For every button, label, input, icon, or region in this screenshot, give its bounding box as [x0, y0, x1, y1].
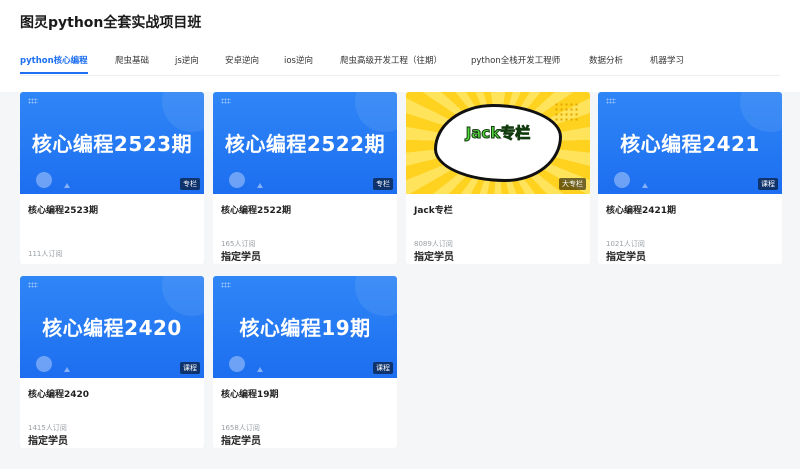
card-title[interactable]: 核心编程2421期	[606, 203, 676, 216]
course-banner: 核心编程2420 课程	[20, 276, 204, 378]
decoration-dots	[28, 282, 38, 288]
type-badge: 大专栏	[559, 178, 586, 190]
course-banner: 核心编程2523期 专栏	[20, 92, 204, 194]
decoration-blob	[162, 276, 204, 316]
banner-title: 核心编程19期	[239, 316, 371, 340]
decoration-blob	[355, 276, 397, 316]
decoration-dots	[221, 282, 231, 288]
banner-title: 核心编程2421	[620, 132, 760, 156]
decoration-circle	[229, 172, 245, 188]
decoration-triangle	[64, 183, 70, 188]
decoration-blob	[162, 92, 204, 132]
assigned-students-label: 指定学员	[221, 252, 261, 263]
banner-title: 核心编程2522期	[224, 132, 386, 156]
course-banner: 核心编程2421 课程	[598, 92, 782, 194]
comic-burst	[434, 104, 562, 182]
banner-title: Jack专栏	[465, 124, 531, 143]
tab-data-analysis[interactable]: 数据分析	[589, 54, 623, 66]
tab-android-reverse[interactable]: 安卓逆向	[225, 54, 259, 66]
course-banner: 核心编程19期 课程	[213, 276, 397, 378]
course-card[interactable]: 核心编程2420 课程 核心编程2420 1415人订阅 指定学员	[20, 276, 204, 448]
decoration-dots	[28, 98, 38, 104]
decoration-dots	[554, 102, 580, 122]
decoration-triangle	[257, 183, 263, 188]
decoration-circle	[614, 172, 630, 188]
course-card[interactable]: 核心编程2421 课程 核心编程2421期 1021人订阅 指定学员	[598, 92, 782, 264]
course-card[interactable]: 核心编程2522期 专栏 核心编程2522期 165人订阅 指定学员	[213, 92, 397, 264]
card-title[interactable]: 核心编程2523期	[28, 203, 98, 216]
type-badge: 课程	[373, 362, 393, 374]
tab-js-reverse[interactable]: js逆向	[175, 54, 199, 66]
header: 图灵python全套实战项目班 python核心编程 爬虫基础 js逆向 安卓逆…	[0, 0, 800, 92]
subscriber-count: 111人订阅	[28, 250, 63, 258]
course-banner: 核心编程2522期 专栏	[213, 92, 397, 194]
banner-title: 核心编程2523期	[31, 132, 193, 156]
tab-machine-learning[interactable]: 机器学习	[650, 54, 684, 66]
type-badge: 课程	[758, 178, 778, 190]
course-card[interactable]: Jack专栏 大专栏 Jack专栏 8089人订阅 指定学员	[406, 92, 590, 264]
card-title[interactable]: 核心编程19期	[221, 387, 279, 400]
decoration-circle	[36, 172, 52, 188]
page-title: 图灵python全套实战项目班	[20, 15, 202, 31]
decoration-triangle	[257, 367, 263, 372]
tab-python-core[interactable]: python核心编程	[20, 54, 88, 66]
course-card[interactable]: 核心编程19期 课程 核心编程19期 1658人订阅 指定学员	[213, 276, 397, 448]
assigned-students-label: 指定学员	[414, 252, 454, 263]
decoration-blob	[740, 92, 782, 132]
tab-crawler-advanced[interactable]: 爬虫高级开发工程（往期）	[340, 54, 442, 66]
banner-title: 核心编程2420	[42, 316, 182, 340]
course-card[interactable]: 核心编程2523期 专栏 核心编程2523期 111人订阅	[20, 92, 204, 264]
card-title[interactable]: Jack专栏	[414, 203, 453, 216]
decoration-triangle	[64, 367, 70, 372]
card-title[interactable]: 核心编程2420	[28, 387, 89, 400]
assigned-students-label: 指定学员	[28, 436, 68, 447]
assigned-students-label: 指定学员	[221, 436, 261, 447]
decoration-triangle	[642, 183, 648, 188]
type-badge: 专栏	[373, 178, 393, 190]
type-badge: 专栏	[180, 178, 200, 190]
decoration-dots	[606, 98, 616, 104]
tab-crawler-basics[interactable]: 爬虫基础	[115, 54, 149, 66]
decoration-blob	[355, 92, 397, 132]
assigned-students-label: 指定学员	[606, 252, 646, 263]
type-badge: 课程	[180, 362, 200, 374]
decoration-dots	[221, 98, 231, 104]
tab-bar: python核心编程 爬虫基础 js逆向 安卓逆向 ios逆向 爬虫高级开发工程…	[20, 48, 780, 76]
tab-ios-reverse[interactable]: ios逆向	[284, 54, 313, 66]
card-title[interactable]: 核心编程2522期	[221, 203, 291, 216]
course-banner: Jack专栏 大专栏	[406, 92, 590, 194]
decoration-circle	[229, 356, 245, 372]
tab-python-fullstack[interactable]: python全栈开发工程师	[471, 54, 560, 66]
decoration-circle	[36, 356, 52, 372]
active-tab-indicator	[20, 72, 88, 74]
